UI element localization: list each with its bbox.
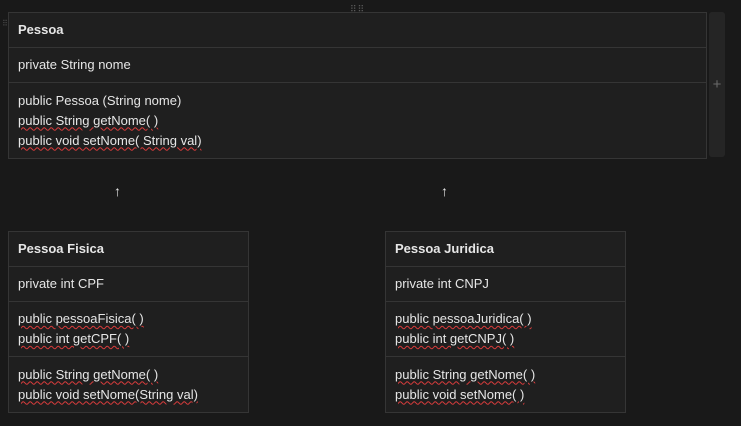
add-column-button[interactable]: + [709, 12, 725, 157]
table-pessoa-juridica: Pessoa Juridica private int CNPJ public … [385, 231, 626, 413]
plus-icon: + [712, 76, 722, 93]
inheritance-arrow: ↑ [114, 183, 121, 199]
attributes-cell[interactable]: private String nome [9, 48, 706, 83]
method-line: public void setNome( ) [395, 386, 525, 402]
method-line: public void setNome( String val) [18, 132, 202, 148]
methods-cell[interactable]: public pessoaJuridica( ) public int getC… [386, 302, 625, 357]
methods-cell[interactable]: public Pessoa (String nome) public Strin… [9, 83, 706, 158]
attribute-line: private String nome [18, 57, 131, 72]
methods-cell[interactable]: public pessoaFisica( ) public int getCPF… [9, 302, 248, 357]
method-line: public pessoaFisica( ) [18, 311, 144, 326]
method-line: public pessoaJuridica( ) [395, 311, 532, 326]
inherited-methods-cell[interactable]: public String getNome( ) public void set… [9, 357, 248, 412]
table-header[interactable]: Pessoa Fisica [9, 232, 248, 267]
class-title: Pessoa Fisica [18, 241, 104, 256]
table-pessoa-fisica: Pessoa Fisica private int CPF public pes… [8, 231, 249, 413]
table-header[interactable]: Pessoa Juridica [386, 232, 625, 267]
table-pessoa: Pessoa private String nome public Pessoa… [8, 12, 707, 159]
table-header[interactable]: Pessoa [9, 13, 706, 48]
method-line: public String getNome( ) [395, 366, 536, 382]
inherited-methods-cell[interactable]: public String getNome( ) public void set… [386, 357, 625, 412]
attribute-line: private int CPF [18, 276, 104, 291]
class-title: Pessoa [18, 22, 64, 37]
attributes-cell[interactable]: private int CNPJ [386, 267, 625, 302]
method-line: public int getCNPJ( ) [395, 331, 515, 346]
attributes-cell[interactable]: private int CPF [9, 267, 248, 302]
method-line: public Pessoa (String nome) [18, 92, 182, 108]
inheritance-arrow: ↑ [441, 183, 448, 199]
class-title: Pessoa Juridica [395, 241, 494, 256]
notes-canvas: ⠿⠿ ⠿ Pessoa private String nome public P… [0, 0, 741, 426]
method-line: public String getNome( ) [18, 112, 159, 128]
attribute-line: private int CNPJ [395, 276, 489, 291]
method-line: public void setNome(String val) [18, 386, 198, 402]
method-line: public int getCPF( ) [18, 331, 130, 346]
method-line: public String getNome( ) [18, 366, 159, 382]
